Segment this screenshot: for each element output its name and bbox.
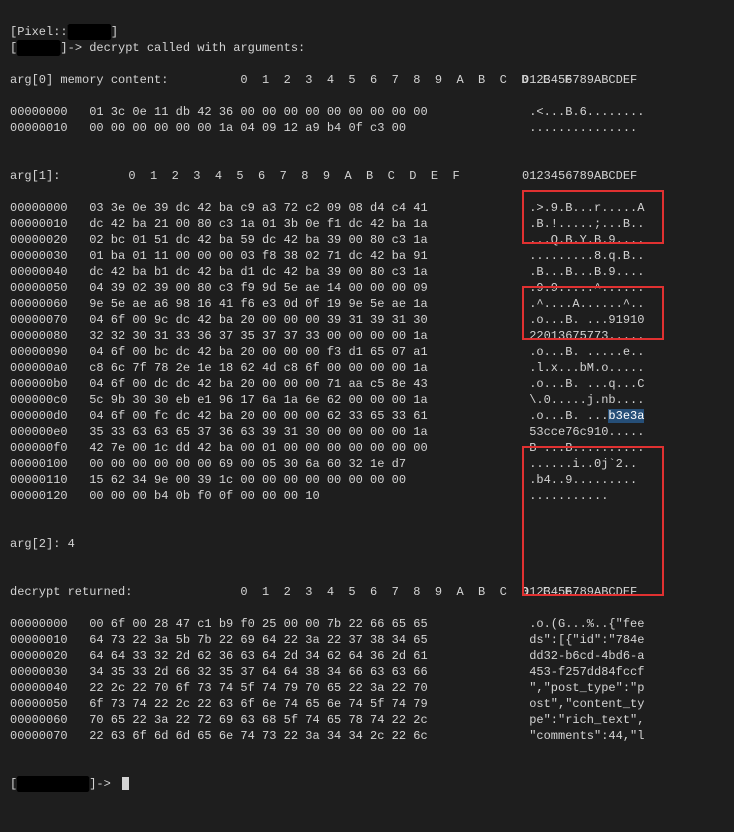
hex-row: 00000080 32 32 30 31 33 36 37 35 37 37 3… <box>10 328 724 344</box>
terminal-output: [Pixel::██████] [██████]-> decrypt calle… <box>0 0 734 832</box>
hex-row: 00000070 22 63 6f 6d 6d 65 6e 74 73 22 3… <box>10 728 724 744</box>
hex-row: 00000020 02 bc 01 51 dc 42 ba 59 dc 42 b… <box>10 232 724 248</box>
hex-row: 00000090 04 6f 00 bc dc 42 ba 20 00 00 0… <box>10 344 724 360</box>
hex-row: 00000120 00 00 00 b4 0b f0 0f 00 00 00 1… <box>10 488 724 504</box>
hex-row: 000000f0 42 7e 00 1c dd 42 ba 00 01 00 0… <box>10 440 724 456</box>
hex-row: 00000050 6f 73 74 22 2c 22 63 6f 6e 74 6… <box>10 696 724 712</box>
hex-row: 00000040 dc 42 ba b1 dc 42 ba d1 dc 42 b… <box>10 264 724 280</box>
hex-row: 00000050 04 39 02 39 00 80 c3 f9 9d 5e a… <box>10 280 724 296</box>
hex-row: 000000d0 04 6f 00 fc dc 42 ba 20 00 00 0… <box>10 408 724 424</box>
arg0-header: arg[0] memory content: 0 1 2 3 4 5 6 7 8… <box>10 72 724 88</box>
redacted-text: ██████ <box>17 40 60 56</box>
arg2-line: arg[2]: 4 <box>10 536 724 552</box>
selected-text: b3e3a <box>608 409 644 423</box>
hex-row: 00000020 64 64 33 32 2d 62 36 63 64 2d 3… <box>10 648 724 664</box>
hex-row: 00000040 22 2c 22 70 6f 73 74 5f 74 79 7… <box>10 680 724 696</box>
hex-row: 00000010 dc 42 ba 21 00 80 c3 1a 01 3b 0… <box>10 216 724 232</box>
hex-row: 00000060 9e 5e ae a6 98 16 41 f6 e3 0d 0… <box>10 296 724 312</box>
line-top: [Pixel::██████] [██████]-> decrypt calle… <box>10 25 305 55</box>
hex-row: 000000c0 5c 9b 30 30 eb e1 96 17 6a 1a 6… <box>10 392 724 408</box>
hex-row: 000000b0 04 6f 00 dc dc 42 ba 20 00 00 0… <box>10 376 724 392</box>
redacted-text: ██████████ <box>17 776 89 792</box>
hex-row: 00000000 03 3e 0e 39 dc 42 ba c9 a3 72 c… <box>10 200 724 216</box>
hex-row: 000000a0 c8 6c 7f 78 2e 1e 18 62 4d c8 6… <box>10 360 724 376</box>
hex-row: 000000e0 35 33 63 63 65 37 36 63 39 31 3… <box>10 424 724 440</box>
ret-header: decrypt returned: 0 1 2 3 4 5 6 7 8 9 A … <box>10 584 724 600</box>
hex-row: 00000030 01 ba 01 11 00 00 00 03 f8 38 0… <box>10 248 724 264</box>
hex-row: 00000110 15 62 34 9e 00 39 1c 00 00 00 0… <box>10 472 724 488</box>
prompt-line: [██████████]-> <box>10 777 129 791</box>
hex-row: 00000070 04 6f 00 9c dc 42 ba 20 00 00 0… <box>10 312 724 328</box>
hex-row: 00000030 34 35 33 2d 66 32 35 37 64 64 3… <box>10 664 724 680</box>
hex-row: 00000100 00 00 00 00 00 00 69 00 05 30 6… <box>10 456 724 472</box>
cursor[interactable] <box>122 777 129 790</box>
hex-row: 00000000 01 3c 0e 11 db 42 36 00 00 00 0… <box>10 104 724 120</box>
hex-row: 00000060 70 65 22 3a 22 72 69 63 68 5f 7… <box>10 712 724 728</box>
redacted-text: ██████ <box>68 24 111 40</box>
arg1-header: arg[1]: 0 1 2 3 4 5 6 7 8 9 A B C D E F0… <box>10 168 724 184</box>
hex-row: 00000010 64 73 22 3a 5b 7b 22 69 64 22 3… <box>10 632 724 648</box>
hex-row: 00000010 00 00 00 00 00 00 1a 04 09 12 a… <box>10 120 724 136</box>
hex-row: 00000000 00 6f 00 28 47 c1 b9 f0 25 00 0… <box>10 616 724 632</box>
